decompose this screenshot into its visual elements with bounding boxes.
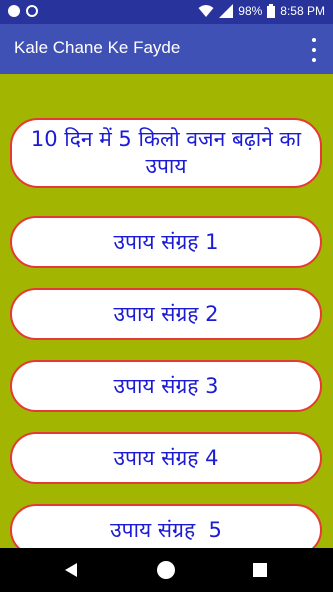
button-list: 10 दिन में 5 किलो वजन बढ़ाने का उपाय उपा… — [0, 74, 333, 548]
status-bar: 98% 8:58 PM — [0, 0, 333, 24]
remedy-collection-3-button[interactable]: उपाय संग्रह 3 — [10, 360, 322, 412]
remedy-collection-2-button[interactable]: उपाय संग्रह 2 — [10, 288, 322, 340]
remedy-collection-5-button[interactable]: उपाय संग्रह 5 — [10, 504, 322, 548]
weight-gain-tips-button[interactable]: 10 दिन में 5 किलो वजन बढ़ाने का उपाय — [10, 118, 322, 188]
notification-dot-icon — [8, 5, 20, 17]
app-bar: Kale Chane Ke Fayde — [0, 24, 333, 74]
moon-icon — [26, 5, 38, 17]
home-icon[interactable] — [157, 561, 175, 579]
remedy-collection-4-button[interactable]: उपाय संग्रह 4 — [10, 432, 322, 484]
clock: 8:58 PM — [280, 4, 325, 18]
wifi-icon — [198, 5, 214, 17]
signal-icon — [219, 4, 234, 18]
app-title: Kale Chane Ke Fayde — [14, 38, 181, 57]
remedy-collection-1-button[interactable]: उपाय संग्रह 1 — [10, 216, 322, 268]
more-vert-icon[interactable] — [309, 38, 319, 62]
battery-percent: 98% — [238, 4, 263, 18]
battery-icon — [267, 4, 276, 18]
back-icon[interactable] — [65, 563, 77, 577]
navigation-bar — [0, 548, 333, 592]
recents-icon[interactable] — [253, 563, 267, 577]
